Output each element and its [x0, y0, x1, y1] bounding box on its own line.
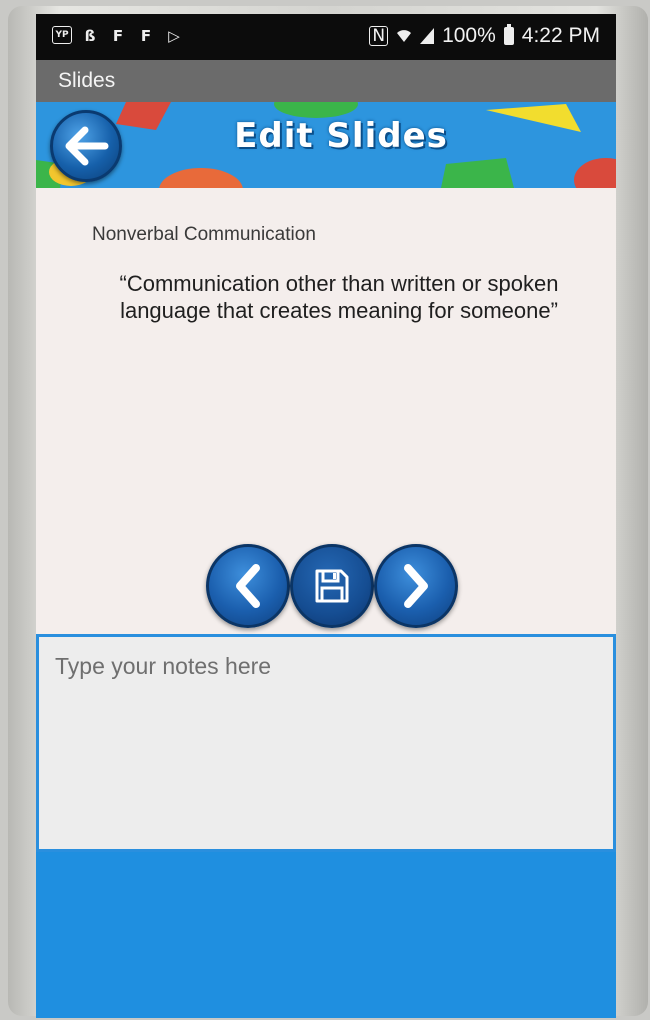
slide-navigation [206, 544, 458, 636]
app-title: Slides [58, 69, 116, 92]
notes-input[interactable] [36, 634, 616, 852]
clock: 4:22 PM [521, 24, 600, 47]
app-titlebar: Slides [36, 60, 616, 102]
slide-preview: Nonverbal Communication “Communication o… [36, 188, 616, 634]
back-arrow-icon [65, 126, 109, 166]
page-title: Edit Slides [234, 116, 448, 156]
back-button[interactable] [50, 110, 122, 182]
header-banner: Edit Slides [36, 102, 616, 188]
flipboard-icon: F [140, 27, 152, 45]
phone-screen: YP ß F F ▷ N 100% 4:22 PM Slides Edit Sl… [36, 14, 616, 1018]
save-button[interactable] [290, 544, 374, 628]
yp-app-icon: YP [52, 26, 72, 44]
slide-heading: Nonverbal Communication [92, 224, 316, 245]
bottom-panel [36, 852, 616, 1018]
system-status: N 100% 4:22 PM [369, 24, 600, 48]
battery-percent: 100% [442, 24, 496, 47]
flipboard-icon: F [112, 27, 124, 45]
status-bar: YP ß F F ▷ N 100% 4:22 PM [36, 14, 616, 60]
nfc-icon: N [369, 26, 389, 46]
wifi-icon [397, 30, 412, 42]
signal-icon [420, 28, 435, 44]
previous-slide-button[interactable] [206, 544, 290, 628]
battery-icon [503, 24, 514, 45]
floppy-disk-icon [315, 569, 349, 603]
play-store-icon: ▷ [168, 27, 180, 45]
chevron-right-icon [404, 564, 428, 608]
chevron-left-icon [236, 564, 260, 608]
slide-body-text: “Communication other than written or spo… [119, 271, 559, 323]
s-app-icon: ß [84, 27, 96, 45]
notification-icons: YP ß F F ▷ [52, 26, 184, 46]
next-slide-button[interactable] [374, 544, 458, 628]
